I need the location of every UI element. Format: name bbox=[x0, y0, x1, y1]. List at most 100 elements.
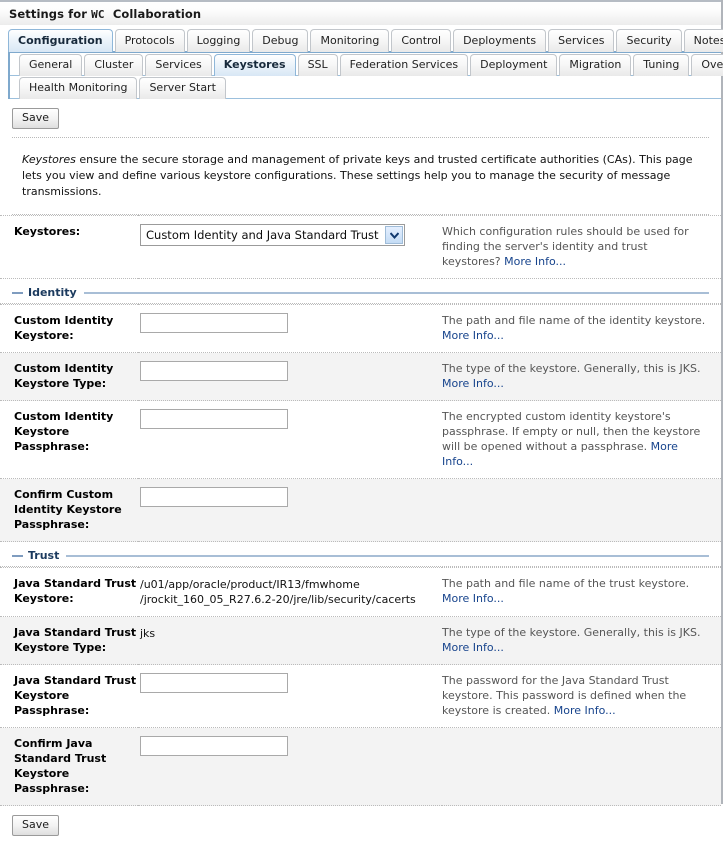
field-help-text: The path and file name of the identity k… bbox=[442, 314, 706, 327]
more-info-link[interactable]: More Info... bbox=[442, 592, 504, 605]
field-help bbox=[442, 727, 721, 806]
keystores-select[interactable]: Custom Identity and Java Standard Trust bbox=[140, 224, 405, 246]
field-label: Custom Identity Keystore Passphrase: bbox=[0, 400, 138, 479]
tab-security[interactable]: Security bbox=[616, 29, 682, 52]
nested-tab-rail: General Cluster Services Keystores SSL Federa… bbox=[8, 53, 723, 99]
field-help bbox=[442, 478, 721, 542]
field-help-text: The type of the keystore. Generally, thi… bbox=[442, 626, 701, 639]
page-title: Settings for WC Collaboration bbox=[9, 7, 201, 21]
table-row: Confirm Java Standard Trust Keystore Pas… bbox=[0, 727, 721, 806]
field-label: Java Standard Trust Keystore: bbox=[0, 567, 138, 617]
field-help-text: The type of the keystore. Generally, thi… bbox=[442, 362, 701, 375]
field-cell bbox=[138, 352, 442, 401]
save-button-bottom[interactable]: Save bbox=[12, 815, 60, 836]
more-info-link[interactable]: More Info... bbox=[442, 641, 504, 654]
subtab-cluster[interactable]: Cluster bbox=[84, 54, 144, 76]
text-input[interactable] bbox=[140, 736, 288, 756]
text-input[interactable] bbox=[140, 487, 288, 507]
page-title-suffix: Collaboration bbox=[112, 6, 202, 21]
field-help: The path and file name of the identity k… bbox=[442, 304, 721, 353]
section-dash-icon bbox=[12, 291, 23, 294]
table-row: Java Standard Trust Keystore:/u01/app/or… bbox=[0, 567, 721, 617]
window-titlebar: Settings for WC Collaboration bbox=[0, 0, 721, 26]
keystores-field-cell: Custom Identity and Java Standard Trust bbox=[138, 215, 442, 279]
field-label: Java Standard Trust Keystore Type: bbox=[0, 616, 138, 665]
subtab-services[interactable]: Services bbox=[145, 54, 212, 76]
section-header-trust-label: Trust bbox=[28, 549, 60, 562]
subtab-deployment[interactable]: Deployment bbox=[470, 54, 558, 76]
tab-strip: Configuration Protocols Logging Debug Monito… bbox=[0, 26, 723, 99]
more-info-link[interactable]: More Info... bbox=[442, 329, 504, 342]
subtab-health-monitoring[interactable]: Health Monitoring bbox=[19, 77, 138, 99]
page-title-mono: WC bbox=[91, 7, 105, 21]
table-row: Java Standard Trust Keystore Passphrase:… bbox=[0, 664, 721, 728]
subtab-general[interactable]: General bbox=[19, 54, 83, 76]
settings-page: Settings for WC Collaboration Configurat… bbox=[0, 0, 723, 844]
identity-section-header-wrap: Identity bbox=[0, 279, 721, 304]
keystores-select-value: Custom Identity and Java Standard Trust bbox=[146, 228, 379, 242]
tab-monitoring[interactable]: Monitoring bbox=[310, 29, 390, 52]
tab-services[interactable]: Services bbox=[548, 29, 615, 52]
readonly-value: /u01/app/oracle/product/IR13/fmwhome/jro… bbox=[140, 578, 416, 606]
table-row: Confirm Custom Identity Keystore Passphr… bbox=[0, 478, 721, 542]
tab-row-secondary: General Cluster Services Keystores SSL Federa… bbox=[10, 53, 723, 76]
keystores-selector-table: Keystores: Custom Identity and Java Stan… bbox=[0, 215, 721, 279]
keystores-help: Which configuration rules should be used… bbox=[442, 215, 721, 279]
more-info-link[interactable]: More Info... bbox=[504, 255, 566, 268]
chevron-down-icon[interactable] bbox=[385, 226, 403, 244]
field-help: The type of the keystore. Generally, thi… bbox=[442, 352, 721, 401]
table-row: Keystores: Custom Identity and Java Stan… bbox=[0, 215, 721, 279]
table-row: Java Standard Trust Keystore Type: jks The… bbox=[0, 616, 721, 665]
field-help: The path and file name of the trust keys… bbox=[442, 567, 721, 617]
text-input[interactable] bbox=[140, 673, 288, 693]
tab-notes[interactable]: Notes bbox=[683, 29, 723, 52]
subtab-overload[interactable]: Overload bbox=[691, 54, 723, 76]
more-info-link[interactable]: More Info... bbox=[554, 704, 616, 717]
section-dash-icon bbox=[12, 554, 23, 557]
more-info-link[interactable]: More Info... bbox=[442, 377, 504, 390]
subtab-federation-services[interactable]: Federation Services bbox=[339, 54, 469, 76]
trust-section-header-wrap: Trust bbox=[0, 542, 721, 567]
text-input[interactable] bbox=[140, 409, 288, 429]
section-header-identity: Identity bbox=[0, 279, 721, 303]
field-label: Java Standard Trust Keystore Passphrase: bbox=[0, 664, 138, 728]
intro-emphasis: Keystores bbox=[22, 153, 76, 166]
field-help: The type of the keystore. Generally, thi… bbox=[442, 616, 721, 665]
subtab-migration[interactable]: Migration bbox=[559, 54, 632, 76]
page-title-prefix: Settings for bbox=[9, 6, 88, 21]
tab-configuration[interactable]: Configuration bbox=[8, 29, 113, 52]
tab-control[interactable]: Control bbox=[391, 29, 452, 52]
tab-deployments[interactable]: Deployments bbox=[453, 29, 547, 52]
field-help-text: The path and file name of the trust keys… bbox=[442, 577, 690, 590]
trust-fields-table: Java Standard Trust Keystore:/u01/app/or… bbox=[0, 567, 721, 806]
tab-protocols[interactable]: Protocols bbox=[114, 29, 185, 52]
subtab-keystores[interactable]: Keystores bbox=[213, 54, 296, 76]
field-help: The password for the Java Standard Trust… bbox=[442, 664, 721, 728]
field-cell bbox=[138, 304, 442, 353]
subtab-server-start[interactable]: Server Start bbox=[139, 77, 226, 99]
intro-text: ensure the secure storage and management… bbox=[22, 153, 693, 198]
text-input[interactable] bbox=[140, 313, 288, 333]
identity-fields-table: Custom Identity Keystore: The path and fi… bbox=[0, 304, 721, 542]
field-cell bbox=[138, 727, 442, 806]
tab-logging[interactable]: Logging bbox=[186, 29, 251, 52]
subtab-ssl[interactable]: SSL bbox=[297, 54, 338, 76]
field-cell: jks bbox=[138, 616, 442, 665]
text-input[interactable] bbox=[140, 361, 288, 381]
field-cell bbox=[138, 478, 442, 542]
section-rule bbox=[66, 554, 709, 557]
top-button-bar: Save bbox=[0, 99, 721, 137]
field-cell bbox=[138, 664, 442, 728]
field-help: The encrypted custom identity keystore's… bbox=[442, 400, 721, 479]
field-cell: /u01/app/oracle/product/IR13/fmwhome/jro… bbox=[138, 567, 442, 617]
save-button-top[interactable]: Save bbox=[12, 108, 60, 129]
tab-debug[interactable]: Debug bbox=[252, 29, 309, 52]
table-row: Custom Identity Keystore: The path and fi… bbox=[0, 304, 721, 353]
field-cell bbox=[138, 400, 442, 479]
tab-row-primary: Configuration Protocols Logging Debug Monito… bbox=[8, 26, 723, 52]
intro-paragraph: Keystores ensure the secure storage and … bbox=[0, 138, 721, 214]
subtab-tuning[interactable]: Tuning bbox=[633, 54, 690, 76]
field-label: Confirm Custom Identity Keystore Passphr… bbox=[0, 478, 138, 542]
readonly-value: jks bbox=[140, 627, 156, 640]
table-row: Custom Identity Keystore Passphrase: The … bbox=[0, 400, 721, 479]
